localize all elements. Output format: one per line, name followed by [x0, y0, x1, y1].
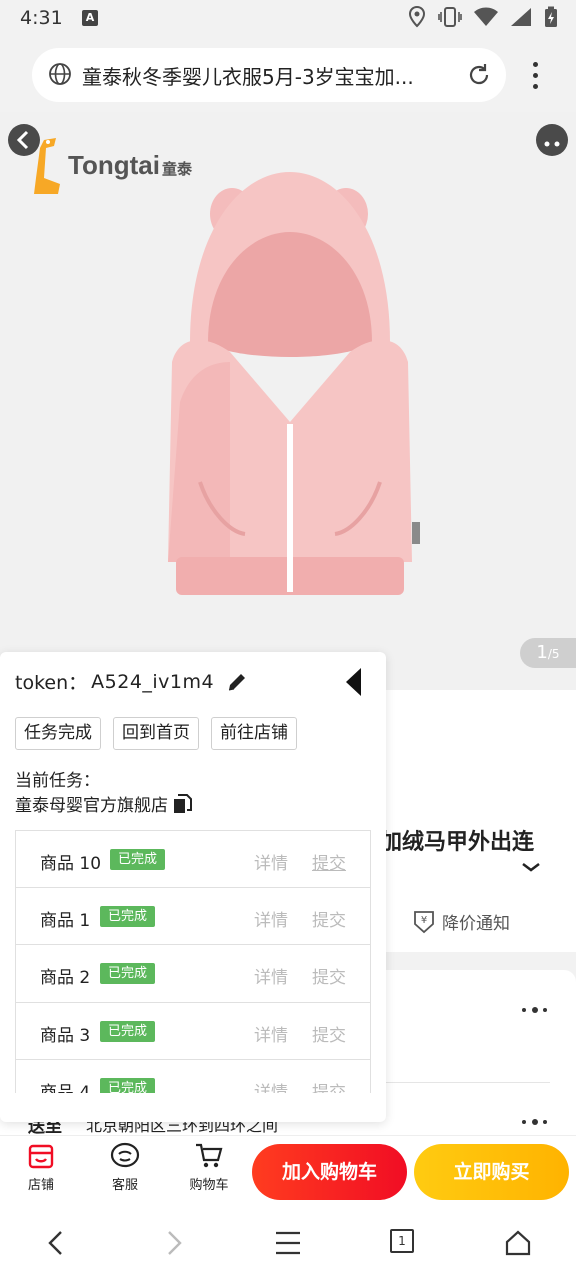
current-store-name: 童泰母婴官方旗舰店	[15, 796, 168, 816]
item-name: 商品 3	[40, 1025, 91, 1046]
submit-link[interactable]: 提交	[312, 849, 346, 874]
token-row: token： A524_iv1m4	[15, 668, 248, 695]
status-badge: 已完成	[100, 963, 156, 985]
token-value: A524_iv1m4	[91, 670, 215, 693]
status-badge: 已完成	[100, 1020, 156, 1042]
list-item: 商品 4 已完成 详情 提交	[16, 1060, 370, 1093]
hamburger-menu-icon[interactable]	[274, 1229, 302, 1257]
brand-logo: Tongtai 童泰	[30, 134, 192, 196]
item-name: 商品 1	[40, 911, 91, 932]
giraffe-logo-icon	[34, 138, 60, 194]
store-label: 店铺	[27, 1178, 54, 1193]
collapse-triangle-icon[interactable]	[346, 668, 362, 696]
more-dots-icon	[544, 141, 560, 147]
url-title[interactable]: 童泰秋冬季婴儿衣服5月-3岁宝宝加...	[82, 61, 462, 90]
detail-link[interactable]: 详情	[254, 906, 288, 931]
location-icon	[408, 6, 426, 28]
product-title: 加绒马甲外出连	[380, 830, 535, 855]
more-options-button[interactable]	[536, 124, 568, 156]
bottom-action-bar: 店铺 客服 购物车 加入购物车 立即购买	[0, 1135, 576, 1205]
price-tag-icon: ¥	[414, 911, 434, 934]
submit-link[interactable]: 提交	[312, 1078, 346, 1093]
submit-link[interactable]: 提交	[312, 963, 346, 988]
tab-count-button[interactable]: 1	[390, 1229, 414, 1253]
back-home-button[interactable]: 回到首页	[113, 717, 199, 750]
status-badge: 已完成	[100, 1077, 156, 1093]
cart-button[interactable]: 购物车	[184, 1142, 234, 1193]
token-label: token：	[15, 672, 88, 694]
vibrate-icon	[438, 7, 462, 27]
more-dots-icon[interactable]	[522, 1119, 548, 1126]
shopping-cart-icon	[196, 1143, 223, 1168]
buy-now-button[interactable]: 立即购买	[414, 1144, 569, 1200]
current-task-label: 当前任务：	[15, 771, 100, 791]
pencil-icon[interactable]	[226, 671, 248, 693]
store-button[interactable]: 店铺	[16, 1142, 66, 1193]
wifi-icon	[474, 7, 498, 26]
status-bar: 4:31 A	[0, 0, 576, 36]
page-total: /5	[547, 647, 560, 661]
add-to-cart-button[interactable]: 加入购物车	[252, 1144, 407, 1200]
more-dots-icon[interactable]	[522, 1007, 548, 1014]
svg-text:¥: ¥	[421, 915, 427, 926]
status-badge: 已完成	[110, 849, 166, 870]
notification-a-icon: A	[82, 10, 98, 26]
detail-link[interactable]: 详情	[254, 1078, 288, 1093]
price-notify-button[interactable]: ¥ 降价通知	[412, 908, 510, 934]
status-badge: 已完成	[100, 906, 156, 928]
task-item-list[interactable]: 商品 10 已完成 详情 提交 商品 1 已完成 详情 提交 商品 2 已完成 …	[15, 830, 371, 1093]
brand-name: Tongtai	[68, 149, 160, 180]
chat-face-icon	[110, 1142, 140, 1168]
list-item: 商品 3 已完成 详情 提交	[16, 1003, 370, 1060]
home-icon[interactable]	[504, 1229, 532, 1257]
page-current: 1	[536, 642, 548, 663]
detail-link[interactable]: 详情	[254, 963, 288, 988]
current-store: 童泰母婴官方旗舰店	[15, 791, 194, 816]
chevron-down-icon[interactable]	[520, 860, 542, 874]
browser-nav-bar: 1	[0, 1205, 576, 1280]
task-complete-button[interactable]: 任务完成	[15, 717, 101, 750]
list-item: 商品 10 已完成 详情 提交	[16, 831, 370, 889]
signal-icon	[511, 8, 531, 26]
panel-button-row: 任务完成 回到首页 前往店铺	[15, 717, 297, 750]
detail-link[interactable]: 详情	[254, 1021, 288, 1046]
forward-arrow-icon[interactable]	[162, 1229, 186, 1257]
copy-icon[interactable]	[172, 793, 194, 814]
browser-menu-icon[interactable]	[526, 58, 546, 94]
image-page-indicator: 1/5	[520, 638, 576, 668]
item-name: 商品 4	[40, 1082, 91, 1093]
cart-label: 购物车	[189, 1178, 229, 1193]
brand-name-cn: 童泰	[161, 159, 192, 178]
url-bar[interactable]: 童泰秋冬季婴儿衣服5月-3岁宝宝加...	[32, 48, 506, 102]
reload-icon[interactable]	[466, 62, 492, 88]
go-store-button[interactable]: 前往店铺	[211, 717, 297, 750]
detail-link[interactable]: 详情	[254, 849, 288, 874]
list-item: 商品 1 已完成 详情 提交	[16, 888, 370, 946]
battery-charging-icon	[545, 6, 557, 27]
price-notify-label: 降价通知	[442, 913, 510, 934]
task-panel: token： A524_iv1m4 任务完成 回到首页 前往店铺 当前任务： 童…	[0, 652, 386, 1122]
list-item: 商品 2 已完成 详情 提交	[16, 945, 370, 1003]
store-icon	[28, 1144, 54, 1169]
back-arrow-icon[interactable]	[44, 1229, 68, 1257]
submit-link[interactable]: 提交	[312, 906, 346, 931]
product-image-carousel[interactable]: Tongtai 童泰 1/5	[0, 112, 576, 690]
product-vest-image	[168, 172, 420, 595]
globe-icon	[49, 63, 71, 85]
status-time: 4:31	[20, 7, 63, 29]
service-label: 客服	[111, 1178, 138, 1193]
status-icons	[408, 6, 558, 28]
customer-service-button[interactable]: 客服	[100, 1142, 150, 1193]
item-name: 商品 2	[40, 968, 91, 989]
submit-link[interactable]: 提交	[312, 1021, 346, 1046]
item-name: 商品 10	[40, 854, 102, 874]
